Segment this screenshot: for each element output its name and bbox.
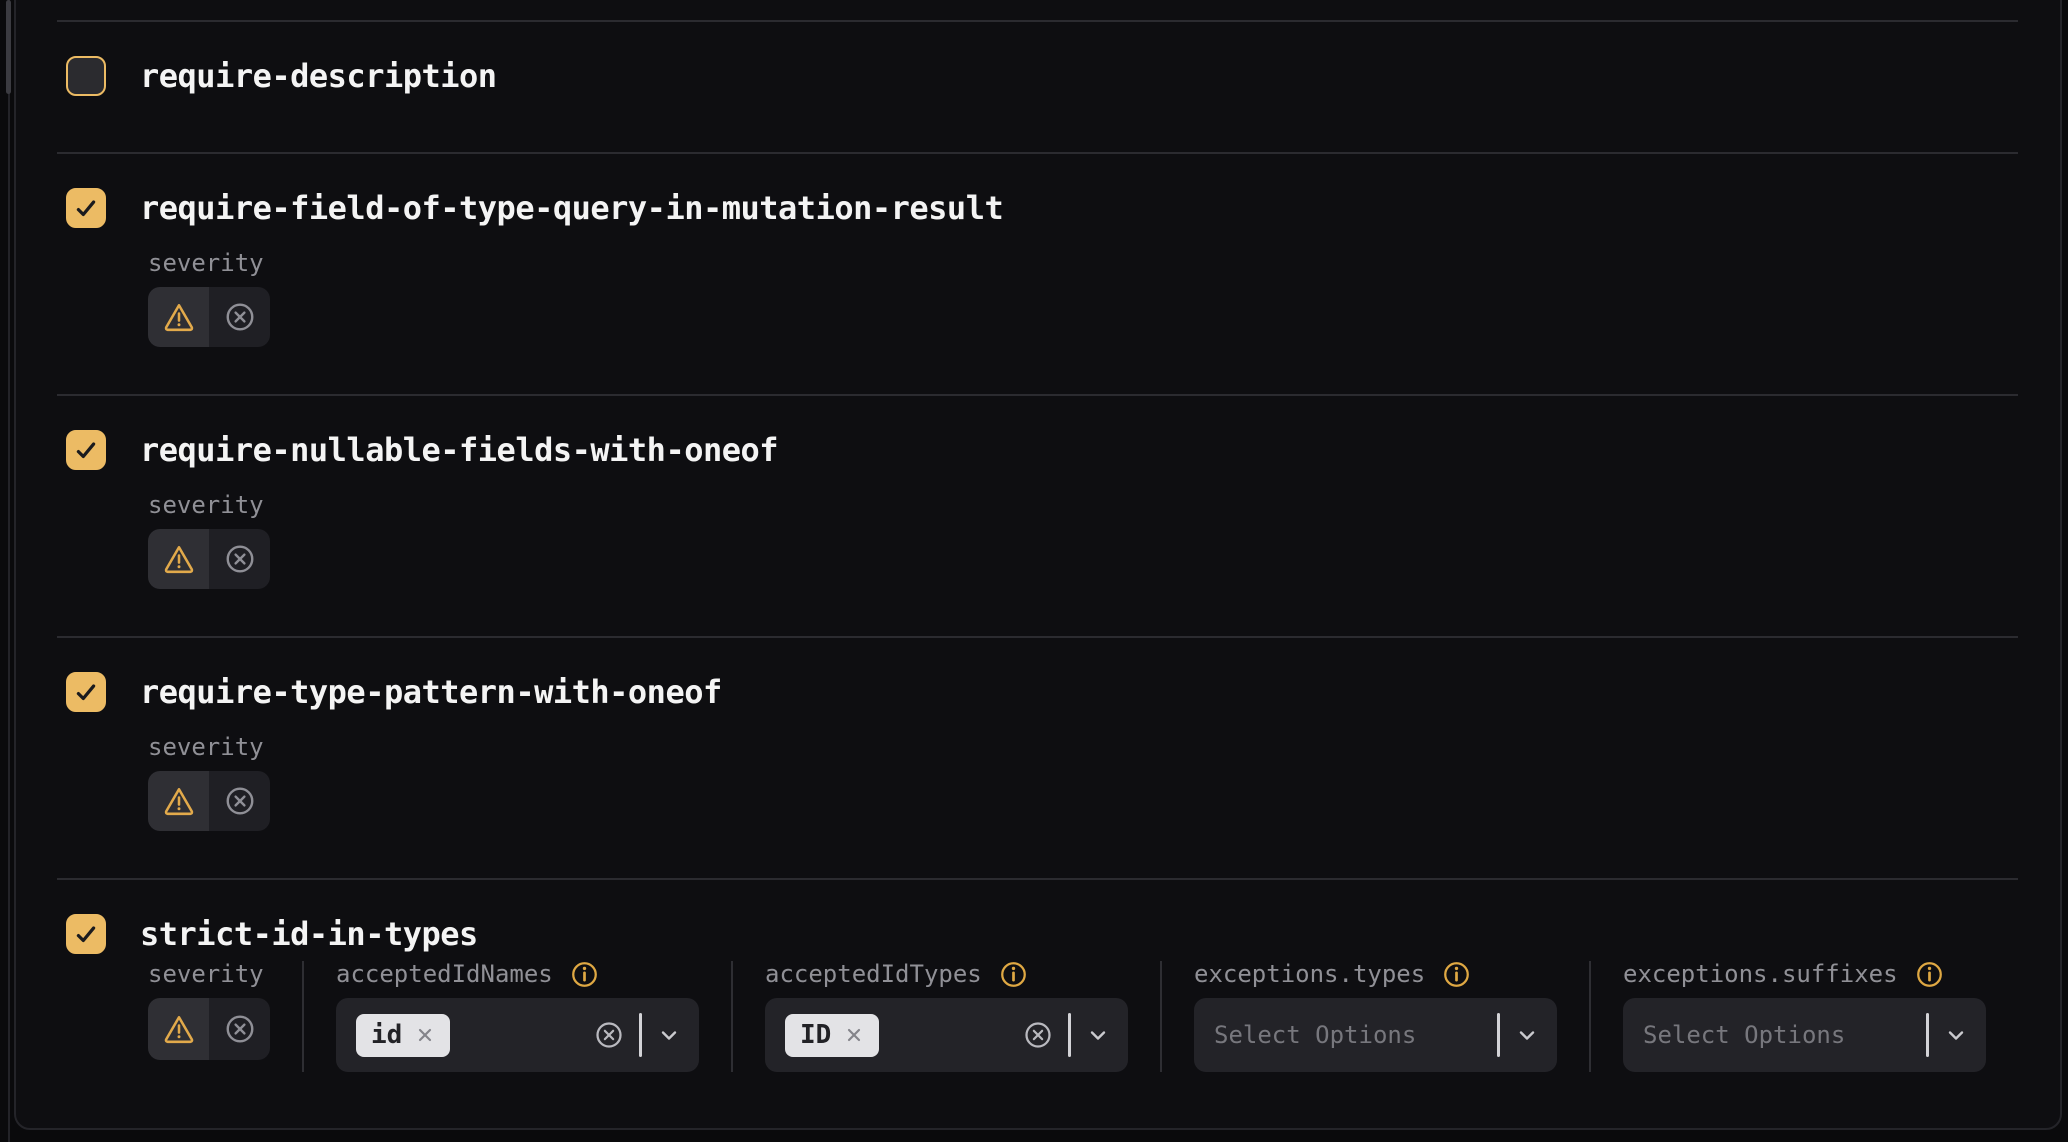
chevron-down-icon[interactable] [1944,1023,1968,1047]
rules-panel: require-description require-field-of-typ… [14,0,2062,1130]
severity-group: severity [148,961,270,1072]
dropdown-separator [1926,1013,1929,1057]
severity-toggle [148,998,270,1060]
severity-label: severity [148,492,2018,518]
circle-x-icon [224,785,256,817]
info-icon[interactable] [1916,961,1943,988]
severity-warning-button[interactable] [148,771,209,831]
select-placeholder: Select Options [1643,1021,1845,1049]
rule-checkbox[interactable] [66,430,106,470]
severity-label: severity [148,250,2018,276]
warning-triangle-icon [163,785,195,817]
severity-label: severity [148,960,264,988]
remove-chip-icon[interactable] [844,1025,864,1045]
chevron-down-icon[interactable] [657,1023,681,1047]
dropdown-separator [1497,1013,1500,1057]
rule-row-require-description: require-description [57,20,2018,152]
acceptedIdTypes-multiselect[interactable]: ID [765,998,1128,1072]
chip-label: ID [800,1020,831,1050]
check-icon [73,195,99,221]
clear-all-icon[interactable] [1023,1020,1053,1050]
rule-row-strict-id-in-types: strict-id-in-types severity [57,878,2018,1130]
severity-off-button[interactable] [209,529,270,589]
rule-checkbox[interactable] [66,56,106,96]
chip-label: id [371,1020,402,1050]
rule-row-require-type-pattern-with-oneof: require-type-pattern-with-oneof severity [57,636,2018,878]
circle-x-icon [224,1013,256,1045]
scrollbar-thumb[interactable] [6,0,11,94]
field-divider [1160,961,1162,1072]
info-icon[interactable] [1000,961,1027,988]
acceptedIdTypes-group: acceptedIdTypes ID [765,961,1128,1072]
field-divider [1589,961,1591,1072]
check-icon [73,437,99,463]
severity-off-button[interactable] [209,771,270,831]
selected-value-chip: id [356,1014,450,1057]
severity-label: severity [148,734,2018,760]
clear-all-icon[interactable] [594,1020,624,1050]
rule-row-require-field-of-type-query-in-mutation-result: require-field-of-type-query-in-mutation-… [57,152,2018,394]
acceptedIdNames-multiselect[interactable]: id [336,998,699,1072]
rule-name: require-description [140,57,497,95]
rule-name: require-type-pattern-with-oneof [140,673,722,711]
severity-off-button[interactable] [209,998,270,1060]
severity-off-button[interactable] [209,287,270,347]
rule-checkbox[interactable] [66,914,106,954]
dropdown-separator [1068,1013,1071,1057]
rule-options-row: severity acceptedIdNames [148,961,2018,1072]
exceptions-types-label: exceptions.types [1194,960,1425,988]
info-icon[interactable] [1443,961,1470,988]
severity-warning-button[interactable] [148,529,209,589]
severity-toggle [148,771,270,831]
rule-name: require-nullable-fields-with-oneof [140,431,778,469]
severity-warning-button[interactable] [148,287,209,347]
remove-chip-icon[interactable] [415,1025,435,1045]
field-divider [731,961,733,1072]
severity-toggle [148,287,270,347]
acceptedIdTypes-label: acceptedIdTypes [765,960,982,988]
field-divider [302,961,304,1072]
severity-warning-button[interactable] [148,998,209,1060]
warning-triangle-icon [163,1013,195,1045]
exceptions-types-group: exceptions.types Select Options [1194,961,1557,1072]
exceptions-suffixes-label: exceptions.suffixes [1623,960,1898,988]
rule-checkbox[interactable] [66,672,106,712]
exceptions-suffixes-group: exceptions.suffixes Select Options [1623,961,1986,1072]
acceptedIdNames-label: acceptedIdNames [336,960,553,988]
exceptions-suffixes-select[interactable]: Select Options [1623,998,1986,1072]
warning-triangle-icon [163,301,195,333]
rule-row-require-nullable-fields-with-oneof: require-nullable-fields-with-oneof sever… [57,394,2018,636]
chevron-down-icon[interactable] [1515,1023,1539,1047]
check-icon [73,679,99,705]
severity-toggle [148,529,270,589]
select-placeholder: Select Options [1214,1021,1416,1049]
warning-triangle-icon [163,543,195,575]
info-icon[interactable] [571,961,598,988]
circle-x-icon [224,301,256,333]
scrollbar-track [8,0,10,1142]
rule-checkbox[interactable] [66,188,106,228]
chevron-down-icon[interactable] [1086,1023,1110,1047]
rule-name: require-field-of-type-query-in-mutation-… [140,189,1003,227]
circle-x-icon [224,543,256,575]
check-icon [73,921,99,947]
acceptedIdNames-group: acceptedIdNames id [336,961,699,1072]
exceptions-types-select[interactable]: Select Options [1194,998,1557,1072]
rule-name: strict-id-in-types [140,915,478,953]
selected-value-chip: ID [785,1014,879,1057]
dropdown-separator [639,1013,642,1057]
